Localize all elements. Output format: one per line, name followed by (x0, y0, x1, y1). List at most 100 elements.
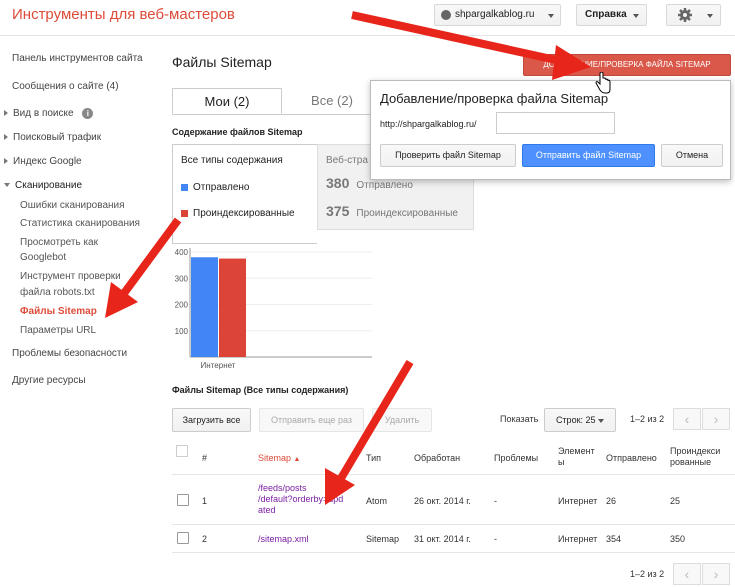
bar-sent[interactable] (191, 257, 218, 357)
row-issues: - (494, 496, 497, 506)
chevron-left-icon: ‹ (684, 566, 690, 582)
sidebar-item-label: Вид в поиске (13, 108, 74, 119)
content-types-panel[interactable]: Все типы содержания Отправлено Проиндекс… (172, 144, 317, 244)
sidebar-item-url-parameters[interactable]: Параметры URL (20, 325, 96, 336)
info-icon[interactable]: i (82, 108, 94, 119)
col-sent[interactable]: Отправлено (606, 453, 657, 464)
sidebar-item-crawl[interactable]: Сканирование (4, 180, 82, 191)
site-name: shpargalkablog.ru (455, 9, 535, 20)
sidebar-item-google-index[interactable]: Индекс Google (4, 156, 82, 167)
col-type[interactable]: Тип (366, 453, 381, 464)
prev-page-button[interactable]: ‹ (673, 408, 701, 430)
row-indexed: 25 (670, 496, 681, 506)
chevron-down-icon (4, 183, 10, 188)
col-sitemap-label: Sitemap (258, 453, 292, 463)
chevron-down-icon (548, 14, 554, 18)
chevron-down-icon (633, 14, 639, 18)
help-button[interactable]: Справка (576, 4, 647, 26)
sitemap-link[interactable]: /sitemap.xml (258, 534, 309, 545)
add-sitemap-button[interactable]: ДОБАВЛЕНИЕ/ПРОВЕРКА ФАЙЛА SITEMAP (523, 54, 731, 76)
web-sent-value: 380 (326, 175, 350, 191)
row-sent: 354 (606, 534, 622, 544)
divider (172, 552, 735, 553)
sidebar-item-other-resources[interactable]: Другие ресурсы (12, 375, 86, 386)
col-indexed[interactable]: Проиндекси рованные (670, 446, 720, 468)
sidebar-item-fetch-as[interactable]: Просмотреть как (20, 237, 98, 248)
row-num: 1 (202, 496, 208, 506)
settings-button[interactable] (666, 4, 721, 26)
select-all-checkbox[interactable] (176, 445, 188, 457)
upload-all-button[interactable]: Загрузить все (172, 408, 251, 432)
sidebar-item-security-issues[interactable]: Проблемы безопасности (12, 348, 127, 359)
site-favicon-icon (441, 10, 451, 20)
sitemap-path-input[interactable] (496, 112, 615, 134)
site-selector[interactable]: shpargalkablog.ru (434, 4, 561, 26)
sidebar-item-robots-tester[interactable]: Инструмент проверки (20, 271, 121, 282)
legend-swatch-blue (181, 183, 188, 191)
annotation-arrow (105, 217, 182, 318)
col-num: # (202, 453, 208, 463)
row-processed: 31 окт. 2014 г. (414, 534, 471, 544)
pager-text-bottom: 1–2 из 2 (630, 569, 665, 579)
col-processed[interactable]: Обработан (414, 453, 460, 464)
url-prefix: http://shpargalkablog.ru/ (380, 119, 477, 129)
rows-select[interactable]: Строк: 25 (544, 408, 616, 432)
legend-indexed: Проиндексированные (181, 208, 295, 219)
col-indexed-line1: Проиндекси (670, 446, 721, 456)
app-title[interactable]: Инструменты для веб-мастеров (12, 6, 235, 23)
col-issues[interactable]: Проблемы (494, 453, 538, 464)
sitemap-link-line: /default?orderby=upd (258, 494, 344, 504)
row-checkbox[interactable] (177, 494, 189, 506)
sidebar-item-search-traffic[interactable]: Поисковый трафик (4, 132, 101, 143)
delete-button[interactable]: Удалить (372, 408, 432, 432)
legend-indexed-label: Проиндексированные (193, 208, 295, 219)
col-items[interactable]: Элемент ы (558, 446, 595, 468)
tab-all[interactable]: Все (2) (282, 88, 382, 114)
sidebar-item-robots-file[interactable]: файла robots.txt (20, 287, 95, 298)
col-sitemap[interactable]: Sitemap ▲ (258, 453, 300, 465)
sidebar-item-dashboard[interactable]: Панель инструментов сайта (12, 53, 143, 64)
top-bar: Инструменты для веб-мастеров shpargalkab… (0, 0, 735, 36)
divider (172, 524, 735, 525)
bar-indexed[interactable] (219, 258, 246, 357)
legend-sent-label: Отправлено (193, 182, 250, 193)
web-indexed-value: 375 (326, 203, 350, 219)
sidebar-item-fetch-as-googlebot[interactable]: Googlebot (20, 252, 66, 263)
chevron-down-icon (707, 14, 713, 18)
add-sitemap-popup: Добавление/проверка файла Sitemap http:/… (370, 80, 731, 180)
row-checkbox[interactable] (177, 532, 189, 544)
tab-mine[interactable]: Мои (2) (172, 88, 282, 114)
row-type: Atom (366, 496, 388, 506)
web-indexed: 375 Проиндексированные (326, 203, 458, 219)
sidebar-item-crawl-errors[interactable]: Ошибки сканирования (20, 200, 125, 211)
sidebar-item-crawl-stats[interactable]: Статистика сканирования (20, 218, 140, 229)
sitemap-link[interactable]: /feeds/posts /default?orderby=upd ated (258, 483, 343, 516)
sidebar-item-sitemaps[interactable]: Файлы Sitemap (20, 306, 97, 317)
cancel-button[interactable]: Отмена (661, 144, 723, 167)
test-sitemap-button[interactable]: Проверить файл Sitemap (380, 144, 516, 167)
sitemap-link-line: ated (258, 505, 276, 515)
sidebar-item-messages[interactable]: Сообщения о сайте (4) (12, 81, 119, 92)
web-sent-label: Отправлено (356, 180, 413, 191)
popup-title: Добавление/проверка файла Sitemap (380, 91, 609, 106)
hand-cursor-icon (595, 72, 611, 94)
row-items: Интернет (558, 496, 598, 506)
sidebar-item-label: Сканирование (15, 180, 83, 191)
divider (172, 474, 735, 475)
legend-swatch-red (181, 209, 188, 217)
prev-page-button[interactable]: ‹ (673, 563, 701, 585)
resend-button[interactable]: Отправить еще раз (259, 408, 364, 432)
col-items-line1: Элемент (558, 446, 595, 456)
page-title: Файлы Sitemap (172, 54, 272, 70)
y-tick-label: 300 (175, 274, 189, 283)
next-page-button[interactable]: › (702, 563, 730, 585)
row-processed: 26 окт. 2014 г. (414, 496, 471, 506)
chevron-right-icon: › (713, 411, 719, 427)
legend-sent: Отправлено (181, 182, 249, 193)
chevron-right-icon: › (713, 566, 719, 582)
next-page-button[interactable]: › (702, 408, 730, 430)
sidebar-item-search-appearance[interactable]: Вид в поиске i (4, 108, 94, 119)
x-category-label: Интернет (201, 361, 236, 370)
submit-sitemap-button[interactable]: Отправить файл Sitemap (522, 144, 655, 167)
types-title: Все типы содержания (181, 155, 283, 166)
